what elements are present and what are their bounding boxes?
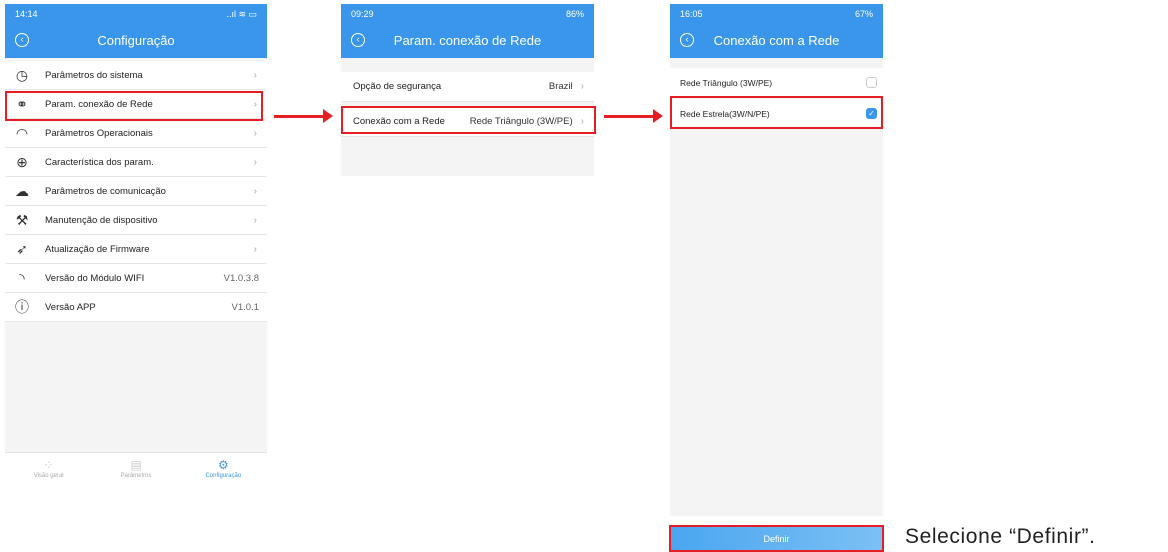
row-label: Opção de segurança <box>353 81 442 92</box>
option-rede-triangulo[interactable]: Rede Triângulo (3W/PE) <box>670 68 883 98</box>
wrench-icon: ⚒ <box>15 211 29 228</box>
option-label: Rede Triângulo (3W/PE) <box>680 77 773 88</box>
menu-item[interactable]: ◝ Versão do Módulo WIFI V1.0.3.8 <box>5 264 267 293</box>
status-time: 09:29 <box>351 9 374 19</box>
clock-icon: ◷ <box>15 66 29 83</box>
tab-item[interactable]: ⚙ Configuração <box>180 453 267 484</box>
status-indicators: ..ıl ≋ ▭ <box>226 8 257 19</box>
chevron-right-icon: › <box>253 127 257 139</box>
menu-item[interactable]: ⊕ Característica dos param. › <box>5 148 267 177</box>
gauge-icon: ◠ <box>15 124 29 141</box>
menu-item[interactable]: ⚒ Manutenção de dispositivo › <box>5 206 267 235</box>
menu-item[interactable]: ◷ Parâmetros do sistema › <box>5 61 267 90</box>
phone-screen-param-rede: 09:29 86% ‹ Param. conexão de Rede Opção… <box>341 4 594 176</box>
wifi-icon: ◝ <box>19 269 25 286</box>
menu-item-label: Característica dos param. <box>45 156 154 168</box>
bottom-tab-bar: ⁘ Visão geral ▤ Parâmetros ⚙ Configuração <box>5 452 267 484</box>
status-indicators: 67% <box>854 9 873 19</box>
highlight-box-definir <box>669 525 884 552</box>
app-bar: ‹ Configuração <box>5 24 267 58</box>
arrow-2 <box>604 109 663 123</box>
menu-item-value: V1.0.1 <box>231 301 259 313</box>
grid-icon: ⁘ <box>43 457 54 472</box>
tab-label: Visão geral <box>33 472 64 479</box>
chevron-right-icon: › <box>253 156 257 168</box>
status-bar: 14:14 ..ıl ≋ ▭ <box>5 4 267 24</box>
tab-label: Parâmetros <box>120 472 152 479</box>
tab-item[interactable]: ⁘ Visão geral <box>5 453 92 484</box>
menu-item[interactable]: ➶ Atualização de Firmware › <box>5 235 267 264</box>
row-value: Brazil <box>548 81 573 92</box>
instruction-caption: Selecione “Definir”. <box>905 525 1096 548</box>
tab-label: Configuração <box>205 472 242 479</box>
page-title: Param. conexão de Rede <box>393 33 542 48</box>
status-indicators: 86% <box>565 9 584 19</box>
phone-screen-conexao-rede: 16:05 67% ‹ Conexão com a Rede Rede Triâ… <box>670 4 883 516</box>
page-title: Configuração <box>97 33 175 48</box>
highlight-box-conexao <box>341 106 596 134</box>
status-bar: 16:05 67% <box>670 4 883 24</box>
crosshair-icon: ⊕ <box>16 153 28 170</box>
info-icon: ⓘ <box>15 299 29 315</box>
checkbox-unchecked[interactable] <box>866 77 877 88</box>
menu-item[interactable]: ⓘ Versão APP V1.0.1 <box>5 293 267 322</box>
chevron-right-icon: › <box>253 185 257 197</box>
chevron-right-icon: › <box>253 243 257 255</box>
menu-item-label: Atualização de Firmware <box>45 243 150 255</box>
chevron-right-icon: › <box>580 81 584 92</box>
row-opcao-seguranca[interactable]: Opção de segurança Brazil › <box>341 72 594 102</box>
chevron-right-icon: › <box>253 214 257 226</box>
page-title: Conexão com a Rede <box>713 33 840 48</box>
cloud-upload-icon: ☁ <box>15 182 29 199</box>
app-bar: ‹ Param. conexão de Rede <box>341 24 594 58</box>
status-bar: 09:29 86% <box>341 4 594 24</box>
highlight-box-estrela <box>670 96 883 129</box>
chevron-right-icon: › <box>253 69 257 81</box>
menu-item-value: V1.0.3.8 <box>223 272 259 284</box>
list-icon: ▤ <box>130 457 142 472</box>
gear-icon: ⚙ <box>217 457 229 472</box>
menu-item-label: Manutenção de dispositivo <box>45 214 158 226</box>
tab-item[interactable]: ▤ Parâmetros <box>92 453 179 484</box>
menu-item-label: Parâmetros do sistema <box>45 69 143 81</box>
menu-item-label: Versão do Módulo WIFI <box>45 272 145 284</box>
status-time: 16:05 <box>680 9 703 19</box>
phone-screen-configuracao: 14:14 ..ıl ≋ ▭ ‹ Configuração ◷ Parâmetro… <box>5 4 267 484</box>
menu-item-label: Versão APP <box>45 301 96 313</box>
menu-item-label: Parâmetros de comunicação <box>45 185 166 197</box>
menu-item[interactable]: ☁ Parâmetros de comunicação › <box>5 177 267 206</box>
rocket-icon: ➶ <box>16 240 28 257</box>
status-time: 14:14 <box>15 9 38 19</box>
app-bar: ‹ Conexão com a Rede <box>670 24 883 58</box>
menu-item-label: Parâmetros Operacionais <box>45 127 153 139</box>
arrow-1 <box>274 109 333 123</box>
highlight-box-rede <box>5 91 263 121</box>
menu-item[interactable]: ◠ Parâmetros Operacionais › <box>5 119 267 148</box>
